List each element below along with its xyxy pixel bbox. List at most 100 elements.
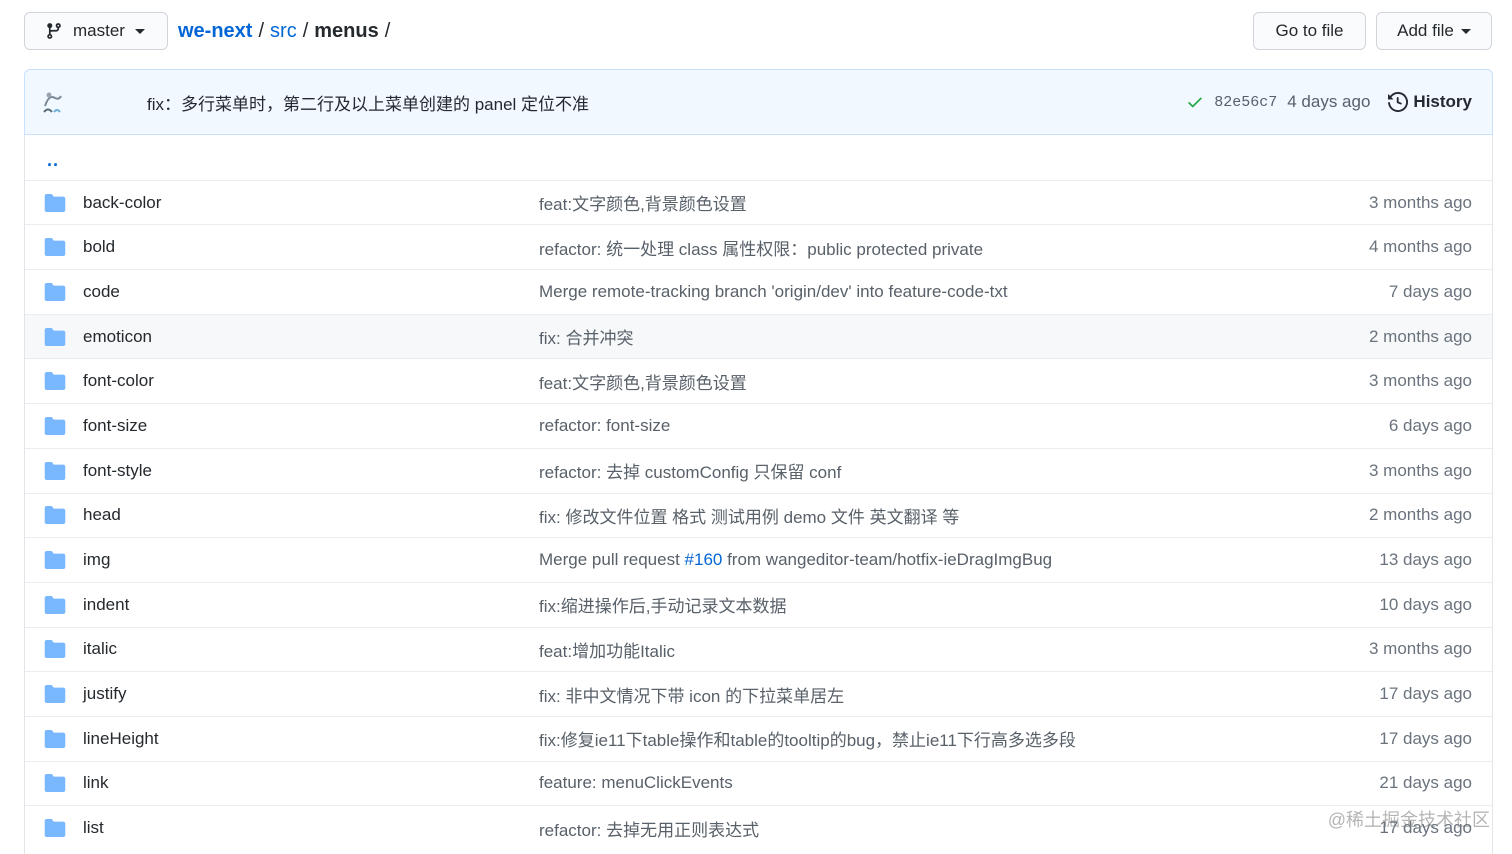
commit-age: 13 days ago [1379, 550, 1472, 570]
folder-icon [44, 729, 66, 748]
table-row[interactable]: lineHeight fix:修复ie11下table操作和table的toolt… [25, 715, 1492, 761]
folder-icon [44, 416, 66, 435]
commit-age: 2 months ago [1368, 505, 1472, 525]
file-name-link[interactable]: list [83, 818, 104, 838]
commit-message-link[interactable]: refactor: 去掉 customConfig 只保留 conf [539, 458, 841, 483]
repo-header: master we-next / src / menus / Go to fil… [24, 11, 1492, 51]
breadcrumb-repo-link[interactable]: we-next [178, 20, 252, 43]
file-name-link[interactable]: font-color [83, 371, 154, 391]
file-name-link[interactable]: back-color [83, 193, 161, 213]
commit-age: 3 months ago [1368, 371, 1472, 391]
issue-link[interactable]: #160 [685, 550, 723, 569]
commit-message-link[interactable]: refactor: 去掉无用正则表达式 [539, 816, 759, 841]
folder-icon [44, 595, 66, 614]
commit-message-link[interactable]: feat:文字颜色,背景颜色设置 [539, 369, 747, 394]
table-row[interactable]: back-color feat:文字颜色,背景颜色设置 3 months ago [25, 179, 1492, 225]
file-name-link[interactable]: link [83, 773, 109, 793]
file-name-link[interactable]: emoticon [83, 327, 152, 347]
table-row[interactable]: code Merge remote-tracking branch 'origin… [25, 269, 1492, 314]
commit-sha-link[interactable]: 82e56c7 [1214, 94, 1277, 111]
breadcrumb-separator: / [384, 19, 391, 42]
commit-age: 3 months ago [1368, 639, 1472, 659]
table-row[interactable]: font-color feat:文字颜色,背景颜色设置 3 months ago [25, 358, 1492, 403]
commit-age: 17 days ago [1379, 728, 1472, 748]
folder-icon [44, 372, 66, 391]
branch-select-button[interactable]: master [24, 12, 168, 50]
chevron-down-icon [134, 28, 145, 34]
table-row[interactable]: justify fix: 非中文情况下带 icon 的下拉菜单居左 17 days … [25, 671, 1492, 716]
avatar[interactable] [39, 88, 67, 116]
commit-message-link[interactable]: fix: 合并冲突 [539, 324, 633, 349]
check-icon[interactable] [1186, 93, 1204, 111]
commit-age: 3 months ago [1368, 192, 1472, 212]
table-row[interactable]: italic feat:增加功能Italic 3 months ago [25, 626, 1492, 672]
commit-message-link[interactable]: fix: 非中文情况下带 icon 的下拉菜单居左 [539, 682, 844, 707]
commit-message-link[interactable]: feat:文字颜色,背景颜色设置 [539, 190, 747, 215]
commit-message-link[interactable]: refactor: font-size [539, 416, 670, 436]
history-icon [1388, 92, 1409, 112]
breadcrumb-src-link[interactable]: src [270, 20, 297, 43]
chevron-down-icon [1460, 28, 1471, 34]
latest-commit-bar: fix：多行菜单时，第二行及以上菜单创建的 panel 定位不准 82e56c7… [24, 69, 1493, 135]
parent-directory-link[interactable]: .. [47, 150, 59, 171]
file-name-link[interactable]: code [83, 282, 120, 302]
commit-message-link[interactable]: Merge pull request #160 from wangeditor-… [539, 550, 1052, 570]
file-name-link[interactable]: bold [83, 237, 115, 257]
folder-icon [44, 506, 66, 525]
go-to-file-button[interactable]: Go to file [1253, 12, 1366, 50]
table-row[interactable]: head fix: 修改文件位置 格式 测试用例 demo 文件 英文翻译 等 2 … [25, 492, 1492, 538]
commit-message-link[interactable]: feature: menuClickEvents [539, 773, 733, 793]
folder-icon [44, 461, 66, 480]
commit-message-link[interactable]: feat:增加功能Italic [539, 637, 675, 662]
folder-icon [44, 819, 66, 838]
breadcrumb-separator: / [258, 19, 265, 42]
table-row[interactable]: list refactor: 去掉无用正则表达式 17 days ago [25, 805, 1492, 850]
commit-message-text: from wangeditor-team/hotfix-ieDragImgBug [722, 550, 1053, 570]
commit-meta: 82e56c7 4 days ago History [1186, 92, 1472, 112]
table-row[interactable]: indent fix:缩进操作后,手动记录文本数据 10 days ago [25, 581, 1492, 627]
folder-icon [44, 551, 66, 570]
table-row[interactable]: bold refactor: 统一处理 class 属性权限：public pro… [25, 224, 1492, 269]
folder-icon [44, 238, 66, 257]
commit-message-link[interactable]: Merge remote-tracking branch 'origin/dev… [539, 282, 1008, 302]
table-row[interactable]: font-style refactor: 去掉 customConfig 只保留 … [25, 447, 1492, 493]
table-row[interactable]: img Merge pull request #160 from wangedit… [25, 537, 1492, 582]
git-branch-icon [47, 23, 61, 39]
commit-message-link[interactable]: fix：多行菜单时，第二行及以上菜单创建的 panel 定位不准 [147, 90, 589, 115]
breadcrumb-separator: / [302, 19, 309, 42]
folder-icon [44, 685, 66, 704]
add-file-button[interactable]: Add file [1376, 12, 1492, 50]
file-name-link[interactable]: img [83, 550, 110, 570]
breadcrumb: we-next / src / menus / [178, 20, 396, 43]
file-name-link[interactable]: font-style [83, 461, 152, 481]
top-actions: Go to file Add file [1253, 12, 1492, 50]
add-file-label: Add file [1397, 21, 1454, 40]
file-name-link[interactable]: lineHeight [83, 729, 159, 749]
file-name-link[interactable]: font-size [83, 416, 147, 436]
commit-age: 3 months ago [1368, 460, 1472, 480]
folder-icon [44, 327, 66, 346]
file-name-link[interactable]: italic [83, 639, 117, 659]
file-name-link[interactable]: justify [83, 684, 126, 704]
commit-age: 21 days ago [1379, 773, 1472, 793]
folder-icon [44, 774, 66, 793]
commit-message-link[interactable]: refactor: 统一处理 class 属性权限：public protect… [539, 235, 983, 260]
table-row[interactable]: font-size refactor: font-size 6 days ago [25, 403, 1492, 448]
table-row[interactable]: emoticon fix: 合并冲突 2 months ago [25, 313, 1492, 359]
breadcrumb-current: menus [314, 19, 379, 42]
commit-message-link[interactable]: fix:缩进操作后,手动记录文本数据 [539, 592, 786, 617]
commit-age: 17 days ago [1379, 684, 1472, 704]
commit-message-link[interactable]: fix: 修改文件位置 格式 测试用例 demo 文件 英文翻译 等 [539, 503, 959, 528]
commit-message-link[interactable]: fix:修复ie11下table操作和table的tooltip的bug，禁止i… [539, 726, 1076, 751]
file-name-link[interactable]: indent [83, 595, 129, 615]
commit-age: 10 days ago [1379, 594, 1472, 614]
commit-age: 17 days ago [1379, 818, 1472, 838]
commit-time: 4 days ago [1287, 92, 1371, 111]
commit-age: 4 months ago [1368, 237, 1472, 257]
history-link[interactable]: History [1388, 92, 1472, 112]
file-list: .. back-color feat:文字颜色,背景颜色设置 3 months ag… [24, 135, 1493, 854]
folder-icon [44, 640, 66, 659]
table-row[interactable]: link feature: menuClickEvents 21 days ago [25, 760, 1492, 806]
commit-age: 6 days ago [1388, 415, 1472, 435]
file-name-link[interactable]: head [83, 505, 121, 525]
